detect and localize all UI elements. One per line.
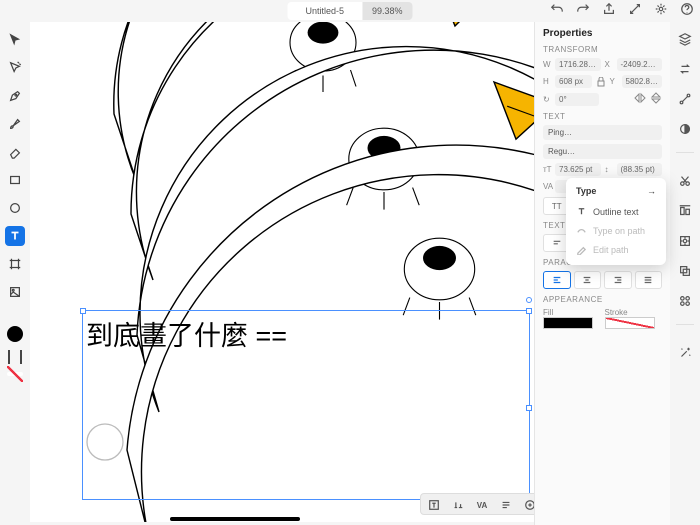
ellipse-tool-icon[interactable] — [5, 198, 25, 218]
type-popover: Type → Outline text Type on path Edit pa… — [566, 178, 666, 265]
stroke-weight-icon[interactable] — [8, 350, 22, 364]
align-right-button[interactable] — [604, 271, 632, 289]
magic-icon[interactable] — [676, 344, 694, 362]
align-icon[interactable] — [676, 202, 694, 220]
align-center-button[interactable] — [574, 271, 602, 289]
select-tool-icon[interactable] — [5, 30, 25, 50]
rotate-input[interactable]: 0° — [555, 93, 599, 106]
direct-select-tool-icon[interactable] — [5, 58, 25, 78]
canvas[interactable]: 到底畫了什麼 == — [30, 22, 534, 522]
top-bar: Untitled-5 99.38% — [0, 0, 700, 22]
share-icon[interactable] — [602, 2, 616, 16]
font-weight-select[interactable]: Regu… — [543, 144, 662, 159]
properties-panel: Properties TRANSFORM W1716.28… X-2409.2…… — [534, 22, 670, 525]
font-size-icon: тT — [543, 165, 552, 174]
area-type-icon[interactable] — [423, 496, 445, 514]
popover-title: Type — [576, 186, 596, 196]
precision-icon[interactable] — [676, 232, 694, 250]
fill-label: Fill — [543, 308, 601, 317]
pathfinder-icon[interactable] — [676, 262, 694, 280]
line-height-icon: ↕ — [605, 165, 614, 174]
help-icon[interactable] — [680, 2, 694, 16]
line-height-input[interactable]: (88.35 pt) — [617, 163, 663, 176]
y-input[interactable]: 5802.8… — [622, 75, 662, 88]
font-size-input[interactable]: 73.625 pt — [555, 163, 601, 176]
appearance-section-label: APPEARANCE — [543, 295, 662, 304]
document-tab[interactable]: Untitled-5 — [287, 2, 362, 20]
fill-swatch[interactable] — [543, 317, 593, 329]
kerning-icon[interactable]: VA — [471, 496, 493, 514]
align-justify-button[interactable] — [635, 271, 663, 289]
zoom-indicator[interactable]: 99.38% — [362, 2, 413, 20]
place-image-tool-icon[interactable] — [5, 282, 25, 302]
flip-horizontal-icon[interactable] — [634, 92, 646, 106]
artboard-tool-icon[interactable] — [5, 254, 25, 274]
font-family-select[interactable]: Ping… — [543, 125, 662, 140]
height-input[interactable]: 608 px — [555, 75, 592, 88]
align-left-button[interactable] — [543, 271, 571, 289]
redo-icon[interactable] — [576, 2, 590, 16]
flip-vertical-icon[interactable] — [650, 92, 662, 106]
swap-icon[interactable] — [676, 60, 694, 78]
type-on-path-item: Type on path — [570, 221, 662, 240]
properties-title: Properties — [543, 28, 662, 39]
x-input[interactable]: -2409.2… — [617, 58, 663, 71]
document-tabs: Untitled-5 99.38% — [287, 2, 412, 20]
left-toolbar — [4, 30, 26, 376]
tracking-icon: VA — [543, 182, 552, 191]
text-tool-icon[interactable] — [5, 226, 25, 246]
layers-icon[interactable] — [676, 30, 694, 48]
outline-text-item[interactable]: Outline text — [570, 202, 662, 221]
cut-icon[interactable] — [676, 172, 694, 190]
lock-aspect-icon[interactable] — [596, 77, 606, 87]
fullscreen-icon[interactable] — [628, 2, 642, 16]
home-indicator — [170, 517, 300, 521]
width-input[interactable]: 1716.28… — [555, 58, 601, 71]
popover-expand-icon[interactable]: → — [647, 186, 656, 196]
no-stroke-icon[interactable] — [7, 372, 23, 376]
path-edit-icon[interactable] — [676, 90, 694, 108]
paragraph-icon[interactable] — [495, 496, 517, 514]
top-right-actions — [550, 2, 694, 16]
opacity-icon[interactable] — [676, 120, 694, 138]
right-rail — [670, 22, 700, 525]
brush-tool-icon[interactable] — [5, 114, 25, 134]
eraser-tool-icon[interactable] — [5, 142, 25, 162]
pen-tool-icon[interactable] — [5, 86, 25, 106]
text-section-label: TEXT — [543, 112, 662, 121]
stroke-label: Stroke — [605, 308, 663, 317]
fill-color-chip[interactable] — [7, 326, 23, 342]
undo-icon[interactable] — [550, 2, 564, 16]
text-content[interactable]: 到底畫了什麼 == — [86, 314, 287, 353]
rotate-icon: ↻ — [543, 95, 552, 104]
transform-section-label: TRANSFORM — [543, 45, 662, 54]
contextual-text-bar: VA — [420, 493, 544, 515]
settings-icon[interactable] — [654, 2, 668, 16]
font-size-icon[interactable] — [447, 496, 469, 514]
rectangle-tool-icon[interactable] — [5, 170, 25, 190]
stroke-swatch[interactable] — [605, 317, 655, 329]
repeat-icon[interactable] — [676, 292, 694, 310]
edit-path-item: Edit path — [570, 240, 662, 259]
